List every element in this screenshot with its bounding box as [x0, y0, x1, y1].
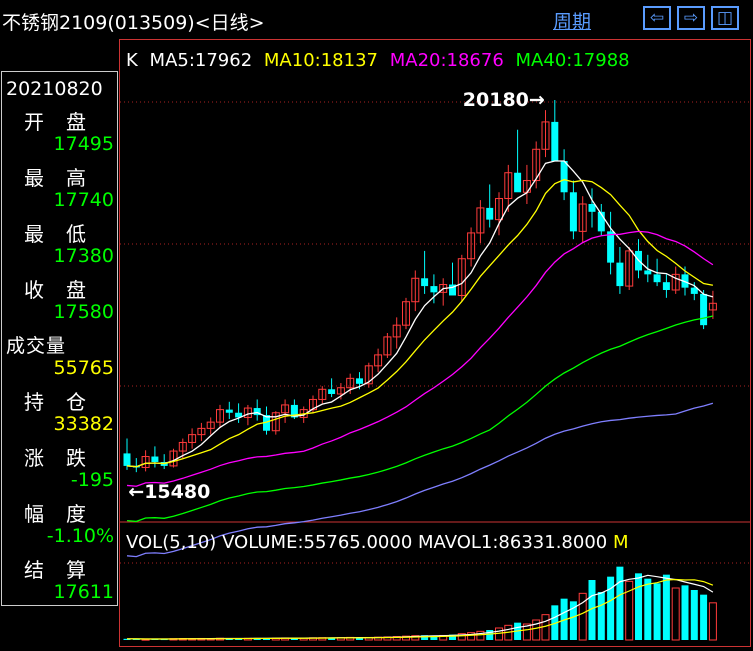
volume-bar [597, 592, 605, 640]
min-price-label: ←15480 [128, 481, 210, 503]
candle-body [486, 207, 494, 220]
high-value: 17740 [53, 189, 114, 211]
candle-body [607, 231, 615, 263]
volume-bar [662, 574, 670, 640]
info-date: 20210820 [6, 78, 103, 100]
volume-bar [708, 602, 717, 641]
ma20-label: MA20:18676 [389, 50, 504, 71]
volume-bar [671, 587, 680, 641]
candle-body [551, 121, 559, 161]
volume-bar [635, 573, 642, 640]
mavol5-line [126, 574, 714, 640]
volume-bar [681, 585, 689, 640]
mavol1-label: MAVOL1:86331.8000 [418, 532, 608, 553]
close-label: 收盘 [24, 278, 108, 302]
candle-body [123, 453, 131, 466]
candle-body [225, 409, 233, 413]
candle-body [662, 282, 670, 290]
ma40-label: MA40:17988 [515, 50, 630, 71]
ma5-label: MA5:17962 [149, 50, 253, 71]
settlement-label: 结算 [24, 558, 108, 582]
ma10-label: MA10:18137 [263, 50, 378, 71]
open-interest-value: 33382 [53, 413, 114, 435]
candle-body [569, 192, 577, 232]
ma5-line [126, 160, 714, 468]
candle-body [700, 293, 708, 326]
volume-bar [644, 578, 652, 640]
ma20-line [126, 230, 714, 487]
mavol10-line [126, 578, 714, 640]
volume-value: 55765 [53, 357, 114, 379]
candle-body [328, 389, 336, 394]
candle-body [421, 278, 429, 287]
volume-label: 成交量 [6, 335, 67, 357]
candle-body [644, 270, 652, 275]
candle-body [151, 456, 159, 462]
candle-body [514, 172, 522, 193]
volume-bar [476, 630, 485, 641]
vol-label: VOL(5,10) [126, 532, 217, 553]
ma10-line [126, 178, 714, 468]
volume-bar [616, 566, 624, 640]
volume-value-label: VOLUME:55765.0000 [222, 532, 413, 553]
quote-info-panel: 20210820 开盘 17495 最高 17740 最低 17380 收盘 1… [1, 71, 118, 606]
open-label: 开盘 [24, 110, 108, 134]
ma-legend: K MA5:17962 MA10:18137 MA20:18676 MA40:1… [126, 50, 636, 71]
change-label: 涨跌 [24, 446, 108, 470]
low-value: 17380 [53, 245, 114, 267]
max-price-label: 20180→ [463, 89, 545, 111]
k-label: K [126, 50, 138, 71]
candle-body [616, 262, 624, 287]
high-label: 最高 [24, 166, 108, 190]
change-value: -195 [70, 469, 114, 491]
candle-body [560, 161, 568, 193]
change-pct-value: -1.10% [46, 525, 114, 547]
volume-bar [653, 583, 661, 640]
open-value: 17495 [53, 133, 114, 155]
volume-bar [700, 594, 708, 640]
open-interest-label: 持仓 [24, 390, 108, 414]
close-value: 17580 [53, 301, 114, 323]
volume-bar [486, 630, 494, 640]
candle-body [356, 378, 363, 384]
candle-body [653, 274, 661, 283]
candle-body [588, 204, 596, 212]
volume-bar [690, 590, 698, 640]
change-pct-label: 幅度 [24, 502, 108, 526]
mavol-cut-label: M [612, 532, 629, 553]
candle-body [430, 286, 438, 293]
low-label: 最低 [24, 222, 108, 246]
volume-legend: VOL(5,10) VOLUME:55765.0000 MAVOL1:86331… [126, 532, 629, 553]
settlement-value: 17611 [53, 581, 114, 603]
